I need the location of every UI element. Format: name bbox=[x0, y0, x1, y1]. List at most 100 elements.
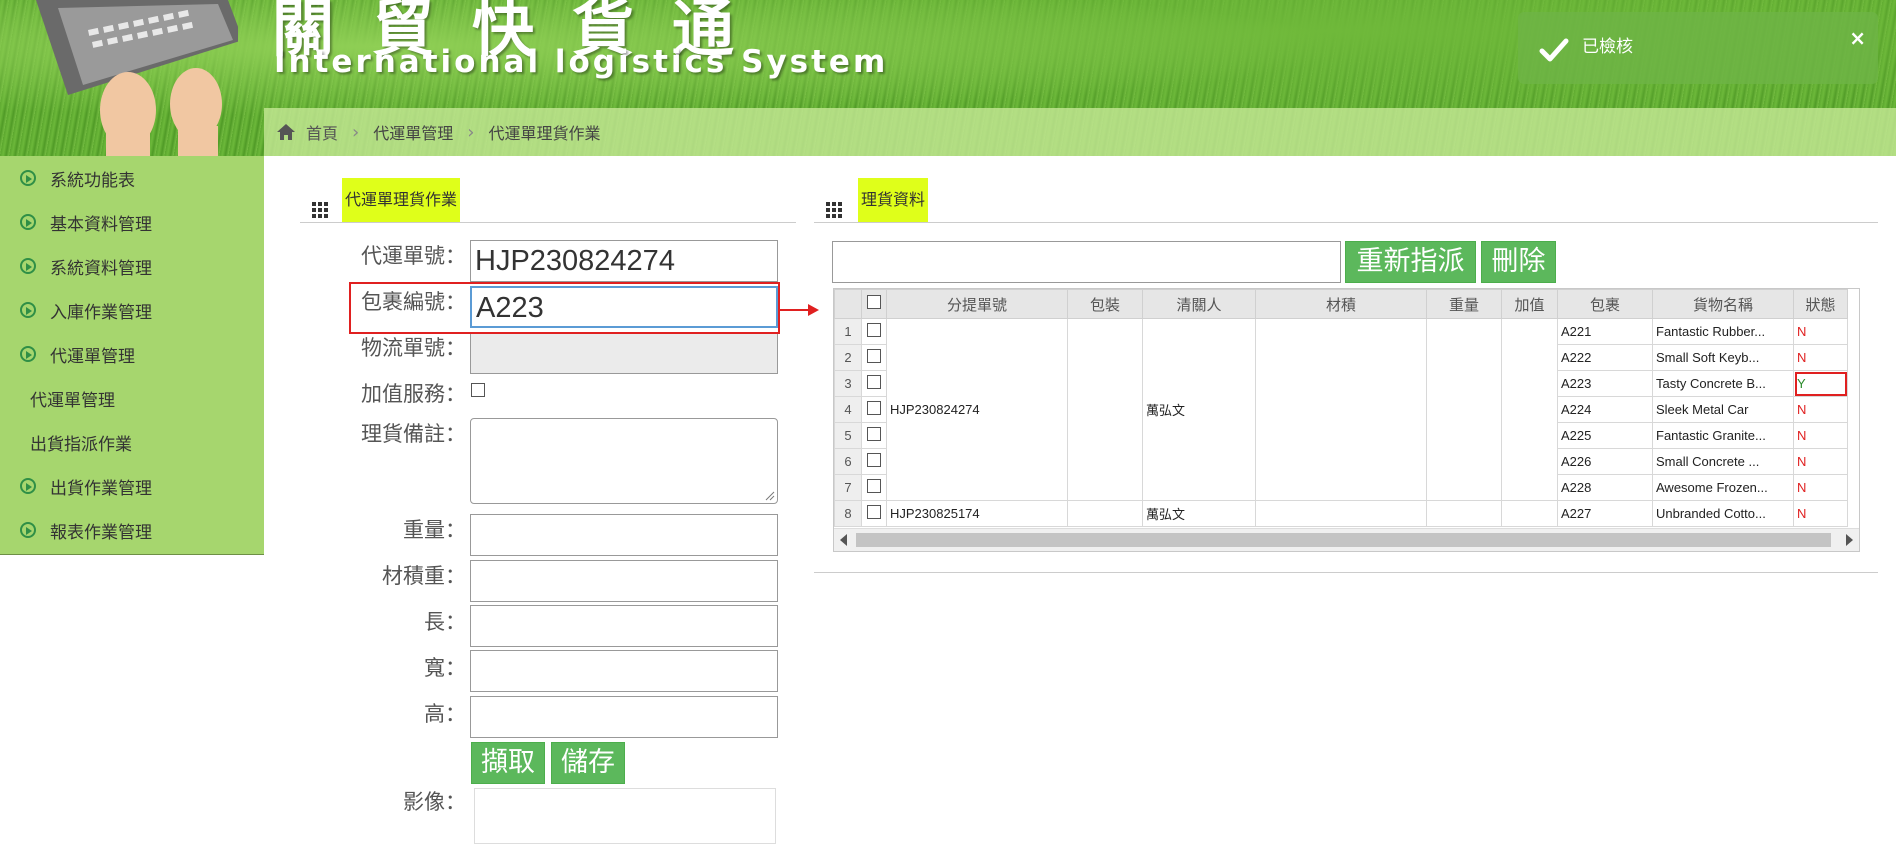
column-header[interactable]: 清關人 bbox=[1142, 289, 1256, 319]
sidebar-item-system-data[interactable]: 系統資料管理 bbox=[0, 244, 264, 288]
row-number: 2 bbox=[834, 344, 862, 371]
bill-number-cell: HJP230824274 bbox=[886, 318, 1068, 501]
volume-cell bbox=[1255, 318, 1427, 501]
left-panel-header: 代運單理貨作業 bbox=[300, 176, 796, 223]
capture-button[interactable]: 擷取 bbox=[471, 742, 545, 784]
sidebar-subitem-waybill-management[interactable]: 代運單管理 bbox=[0, 376, 264, 420]
logistics-number-label: 物流單號： bbox=[361, 336, 466, 360]
remark-label: 理貨備註： bbox=[361, 422, 466, 446]
column-header[interactable]: 材積 bbox=[1255, 289, 1427, 319]
height-field[interactable] bbox=[470, 696, 778, 738]
row-number: 7 bbox=[834, 474, 862, 501]
row-checkbox[interactable] bbox=[867, 375, 881, 389]
column-header[interactable]: 包裹 bbox=[1557, 289, 1653, 319]
circle-arrow-icon bbox=[20, 346, 36, 362]
remark-textarea[interactable] bbox=[470, 418, 778, 504]
home-icon[interactable] bbox=[276, 123, 296, 141]
breadcrumb-separator-icon: › bbox=[467, 121, 475, 143]
status-cell: N bbox=[1793, 318, 1848, 345]
notification-message: 已檢核 bbox=[1582, 37, 1633, 57]
waybill-number-label: 代運單號： bbox=[361, 244, 466, 268]
height-label: 高： bbox=[424, 702, 466, 726]
select-all-header bbox=[861, 289, 887, 319]
sidebar: 系統功能表 基本資料管理 系統資料管理 入庫作業管理 代運單管理 代運單管理 出… bbox=[0, 156, 264, 555]
sidebar-item-system-menu[interactable]: 系統功能表 bbox=[0, 156, 264, 200]
width-field[interactable] bbox=[470, 650, 778, 692]
volume-weight-field[interactable] bbox=[470, 560, 778, 602]
row-checkbox[interactable] bbox=[867, 427, 881, 441]
sidebar-item-label: 系統功能表 bbox=[50, 170, 135, 191]
column-header[interactable]: 貨物名稱 bbox=[1652, 289, 1794, 319]
row-checkbox[interactable] bbox=[867, 505, 881, 519]
notification-toast: 已檢核 × bbox=[1518, 12, 1878, 84]
column-header[interactable]: 重量 bbox=[1426, 289, 1502, 319]
column-header[interactable]: 分提單號 bbox=[886, 289, 1068, 319]
bill-number-cell: HJP230825174 bbox=[886, 500, 1068, 527]
horizontal-scrollbar[interactable] bbox=[834, 528, 1859, 551]
sidebar-item-label: 出貨指派作業 bbox=[30, 434, 132, 455]
column-header[interactable]: 包裝 bbox=[1067, 289, 1143, 319]
breadcrumb-waybill-management[interactable]: 代運單管理 bbox=[373, 120, 453, 144]
check-icon bbox=[1539, 38, 1569, 62]
logistics-number-field bbox=[470, 332, 778, 374]
length-field[interactable] bbox=[470, 605, 778, 647]
close-icon[interactable]: × bbox=[1849, 26, 1866, 50]
row-checkbox[interactable] bbox=[867, 479, 881, 493]
grid-icon bbox=[312, 202, 328, 218]
circle-arrow-icon bbox=[20, 302, 36, 318]
select-all-checkbox[interactable] bbox=[867, 295, 881, 309]
annotation-arrow-icon bbox=[780, 304, 819, 316]
row-number: 3 bbox=[834, 370, 862, 397]
header-banner: 關貿快貨通 International logistics System 首頁 … bbox=[0, 0, 1896, 156]
row-checkbox[interactable] bbox=[867, 401, 881, 415]
scrollbar-thumb[interactable] bbox=[856, 533, 1831, 547]
goods-name-cell: Tasty Concrete B... bbox=[1652, 370, 1794, 397]
goods-name-cell: Sleek Metal Car bbox=[1652, 396, 1794, 423]
breadcrumb-current-page: 代運單理貨作業 bbox=[488, 124, 601, 143]
scroll-left-icon[interactable] bbox=[840, 534, 847, 546]
reassign-input[interactable] bbox=[832, 241, 1341, 283]
annotation-highlight-box bbox=[349, 282, 780, 334]
weight-field[interactable] bbox=[470, 514, 778, 556]
panel-divider bbox=[814, 572, 1878, 573]
package-cell: A226 bbox=[1557, 448, 1653, 475]
sidebar-item-shipping[interactable]: 出貨作業管理 bbox=[0, 464, 264, 508]
column-header[interactable]: 加值 bbox=[1501, 289, 1558, 319]
delete-button[interactable]: 刪除 bbox=[1481, 241, 1556, 283]
sidebar-item-label: 出貨作業管理 bbox=[50, 478, 152, 499]
breadcrumb-home[interactable]: 首頁 bbox=[306, 120, 338, 144]
goods-name-cell: Fantastic Rubber... bbox=[1652, 318, 1794, 345]
status-cell: N bbox=[1793, 344, 1848, 371]
sidebar-item-label: 入庫作業管理 bbox=[50, 302, 152, 323]
clearer-cell: 萬弘文 bbox=[1142, 500, 1256, 527]
circle-arrow-icon bbox=[20, 214, 36, 230]
sidebar-item-label: 基本資料管理 bbox=[50, 214, 152, 235]
table-row[interactable]: 1 HJP230824274 萬弘文 A221 Fantastic Rubber… bbox=[834, 318, 1848, 501]
resize-handle-icon[interactable] bbox=[765, 491, 775, 501]
sidebar-item-basic-data[interactable]: 基本資料管理 bbox=[0, 200, 264, 244]
package-cell: A225 bbox=[1557, 422, 1653, 449]
goods-name-cell: Unbranded Cotto... bbox=[1652, 500, 1794, 527]
right-panel-header: 理貨資料 bbox=[814, 176, 1878, 223]
row-checkbox[interactable] bbox=[867, 453, 881, 467]
breadcrumb: 首頁 › 代運單管理 › 代運單理貨作業 bbox=[264, 108, 1896, 156]
row-checkbox[interactable] bbox=[867, 349, 881, 363]
save-button[interactable]: 儲存 bbox=[551, 742, 625, 784]
laptop-hands-image bbox=[36, 0, 238, 156]
reassign-button[interactable]: 重新指派 bbox=[1345, 241, 1476, 283]
sidebar-item-waybill-management[interactable]: 代運單管理 bbox=[0, 332, 264, 376]
status-cell: N bbox=[1793, 422, 1848, 449]
value-added-checkbox[interactable] bbox=[471, 383, 485, 397]
scroll-right-icon[interactable] bbox=[1846, 534, 1853, 546]
weight-label: 重量： bbox=[403, 518, 466, 542]
volume-cell bbox=[1255, 500, 1427, 527]
sidebar-item-inbound[interactable]: 入庫作業管理 bbox=[0, 288, 264, 332]
row-checkbox[interactable] bbox=[867, 323, 881, 337]
status-cell: N bbox=[1793, 474, 1848, 501]
package-cell: A228 bbox=[1557, 474, 1653, 501]
sidebar-item-reports[interactable]: 報表作業管理 bbox=[0, 508, 264, 552]
column-header[interactable]: 狀態 bbox=[1793, 289, 1848, 319]
waybill-number-field[interactable]: HJP230824274 bbox=[470, 240, 778, 282]
sidebar-subitem-shipment-assign[interactable]: 出貨指派作業 bbox=[0, 420, 264, 464]
table-row[interactable]: 8 HJP230825174 萬弘文 A227 Unbranded Cotto.… bbox=[834, 500, 1848, 527]
